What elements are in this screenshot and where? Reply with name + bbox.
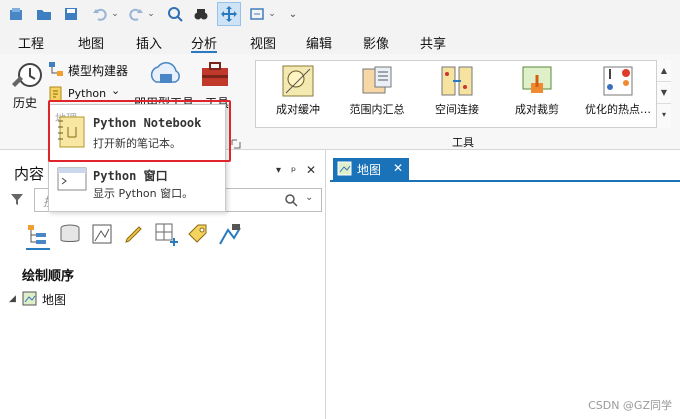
gallery-item-optimized-hotspot[interactable]: 优化的热点…	[582, 65, 654, 125]
ribbon-tabs: 工程 地图 插入 分析 视图 编辑 影像 共享	[0, 30, 680, 54]
frame-chevron-icon[interactable]: ⌄	[266, 4, 278, 24]
pane-options-icon[interactable]: ▾	[276, 165, 281, 176]
tab-imagery[interactable]: 影像	[363, 33, 389, 53]
map-tab-icon	[337, 161, 352, 176]
map-view[interactable]	[330, 180, 680, 419]
tab-edit[interactable]: 编辑	[306, 33, 332, 53]
map-layer-icon	[22, 291, 37, 306]
map-tab-label: 地图	[357, 163, 382, 177]
gallery-label: 优化的热点…	[585, 103, 651, 116]
red-highlight-box	[48, 100, 231, 162]
gallery-scroll-up-icon[interactable]: ▲	[657, 60, 671, 82]
python-window-title: Python 窗口	[93, 169, 168, 183]
frame-icon[interactable]	[247, 4, 267, 24]
zoom-icon[interactable]	[165, 4, 185, 24]
tab-analysis[interactable]: 分析	[191, 33, 218, 53]
list-by-labeling-icon[interactable]	[186, 222, 210, 246]
open-folder-icon[interactable]	[34, 4, 54, 24]
toolbox-icon[interactable]	[200, 60, 230, 90]
history-icon[interactable]	[10, 60, 44, 92]
watermark: CSDN @GZ同学	[588, 399, 672, 412]
undo-chevron-icon[interactable]: ⌄	[109, 4, 121, 24]
drawing-order-heading: 绘制顺序	[22, 269, 75, 284]
list-by-drawing-order-icon[interactable]	[26, 222, 50, 250]
model-builder-button[interactable]: 模型构建器	[68, 62, 128, 79]
python-window-description: 显示 Python 窗口。	[93, 187, 194, 200]
gallery-label: 范围内汇总	[349, 103, 405, 116]
contents-pane-title: 内容	[14, 165, 45, 183]
expand-triangle-icon[interactable]: ◢	[9, 294, 16, 304]
pin-icon[interactable]: ᵖ	[291, 164, 296, 178]
map-tree-item[interactable]: 地图	[42, 291, 66, 308]
gallery-item-spatial-join[interactable]: 空间连接	[421, 65, 493, 125]
tab-insert[interactable]: 插入	[136, 33, 162, 53]
python-window-icon	[57, 167, 87, 191]
search-icon[interactable]	[285, 194, 298, 207]
dialog-launcher-icon[interactable]	[231, 138, 241, 149]
gallery-scroll[interactable]: ▲ ▼ ▾	[656, 60, 671, 128]
gallery-label: 成对缓冲	[276, 103, 320, 116]
gallery-scroll-down-icon[interactable]: ▼	[657, 82, 671, 104]
ready-tools-icon[interactable]	[148, 60, 182, 92]
gallery-item-summarize-within[interactable]: 范围内汇总	[341, 65, 413, 125]
explore-icon[interactable]	[191, 4, 211, 24]
tab-view[interactable]: 视图	[250, 33, 276, 53]
pan-icon[interactable]	[217, 2, 241, 26]
list-by-snapping-icon[interactable]	[154, 222, 180, 246]
gallery-expand-icon[interactable]: ▾	[657, 104, 671, 126]
history-button-label[interactable]: 历史	[13, 94, 37, 111]
gallery-item-pairwise-clip[interactable]: 成对裁剪	[501, 65, 573, 125]
gallery-label: 成对裁剪	[515, 103, 559, 116]
save-icon[interactable]	[61, 4, 81, 24]
list-by-perspective-icon[interactable]	[218, 222, 242, 246]
list-by-selection-icon[interactable]	[90, 222, 114, 246]
search-options-icon[interactable]: ⌄	[305, 192, 313, 203]
tab-map[interactable]: 地图	[78, 33, 104, 53]
menu-item-python-window[interactable]: Python 窗口 显示 Python 窗口。	[51, 163, 225, 209]
tab-share[interactable]: 共享	[420, 33, 446, 53]
gallery-label: 空间连接	[435, 103, 479, 116]
map-tab-close-icon[interactable]: ✕	[393, 161, 403, 175]
pane-close-icon[interactable]: ✕	[306, 163, 316, 177]
gallery-item-pairwise-buffer[interactable]: 成对缓冲	[262, 65, 334, 125]
tools-group-label: 工具	[452, 136, 474, 149]
python-chevron-icon[interactable]: ⌄	[111, 84, 120, 97]
tab-project[interactable]: 工程	[18, 33, 44, 53]
new-project-icon[interactable]	[6, 4, 26, 24]
quick-access-toolbar: ⌄ ⌄ ⌄ ⌄	[0, 0, 680, 30]
python-button[interactable]: Python	[68, 87, 106, 100]
model-builder-icon	[48, 61, 64, 77]
redo-icon[interactable]	[126, 4, 146, 24]
customize-icon[interactable]: ⌄	[286, 4, 300, 24]
undo-icon[interactable]	[90, 4, 110, 24]
list-by-editing-icon[interactable]	[122, 222, 146, 246]
tools-gallery: 成对缓冲 范围内汇总 空间连接 成对裁剪 优化的热点…	[255, 60, 671, 128]
filter-icon[interactable]	[10, 192, 24, 206]
list-by-source-icon[interactable]	[58, 222, 82, 246]
redo-chevron-icon[interactable]: ⌄	[145, 4, 157, 24]
tab-map-view[interactable]: 地图 ✕	[333, 158, 409, 180]
